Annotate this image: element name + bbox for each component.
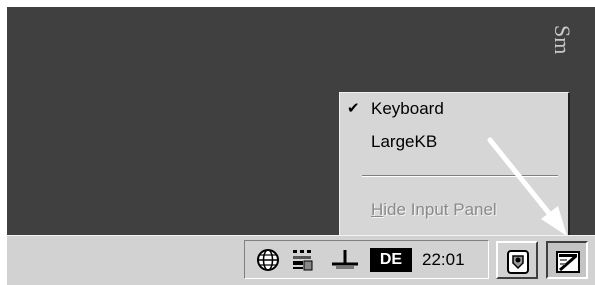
input-panel-icon (556, 251, 580, 273)
menu-item-label: Keyboard (371, 99, 444, 118)
menu-item-hide-input-panel: Hide Input Panel (340, 197, 568, 223)
menu-separator (362, 175, 558, 177)
desktop-switch-button[interactable] (496, 241, 538, 279)
system-tray: DE 22:01 (244, 240, 489, 279)
screen: Sm ✔ Keyboard LargeKB Hide Input Panel D… (7, 7, 595, 285)
menu-item-label: Hide Input Panel (371, 197, 497, 223)
input-panel-menu: ✔ Keyboard LargeKB Hide Input Panel (339, 92, 570, 236)
language-indicator[interactable]: DE (370, 248, 412, 272)
connection-icon[interactable] (330, 247, 358, 273)
taskbar: DE 22:01 (7, 235, 595, 285)
menu-item-label: LargeKB (371, 132, 438, 151)
desktop-switch-icon (507, 250, 529, 274)
checkmark-icon: ✔ (347, 100, 360, 117)
input-panel-button[interactable] (546, 241, 588, 279)
menu-item-label-rest: ide Input Panel (383, 200, 497, 219)
globe-icon[interactable] (255, 247, 281, 273)
network-icon[interactable] (290, 247, 316, 273)
menu-item-keyboard[interactable]: ✔ Keyboard (340, 96, 568, 122)
desktop-partial-text: Sm (550, 25, 575, 55)
clock[interactable]: 22:01 (422, 248, 482, 272)
menu-item-largekb[interactable]: LargeKB (340, 129, 568, 155)
menu-item-mnemonic: H (371, 200, 384, 219)
